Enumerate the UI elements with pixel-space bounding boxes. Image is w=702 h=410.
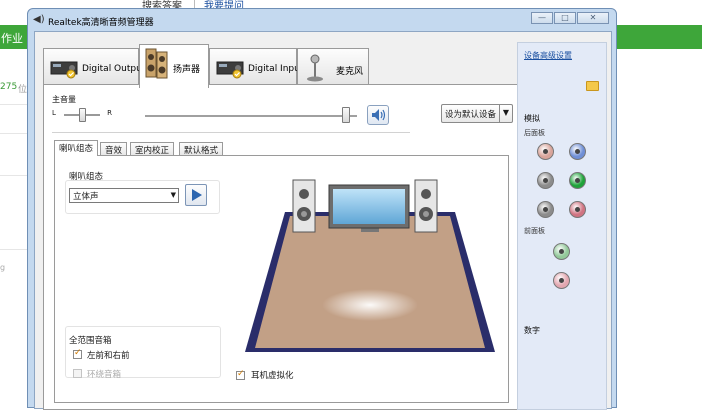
tab-microphone[interactable]: 麦克风 <box>297 48 369 86</box>
maximize-button[interactable]: □ <box>554 12 576 24</box>
tab-sound-effects[interactable]: 音效 <box>100 142 128 156</box>
speaker-icon <box>145 48 168 79</box>
tab-room-correction[interactable]: 室内校正 <box>130 142 175 156</box>
digital-input-icon <box>216 61 244 79</box>
play-test-button[interactable] <box>185 184 207 206</box>
balance-left-label: L <box>52 109 56 117</box>
microphone-icon <box>307 54 323 82</box>
master-volume-label: 主音量 <box>52 95 76 104</box>
headphone-virtualization-checkbox[interactable] <box>236 369 245 380</box>
front-jack-green[interactable] <box>553 243 570 260</box>
side-number: 275 <box>0 82 18 92</box>
tab-label: Digital Output <box>82 64 146 74</box>
digital-label: 数字 <box>524 326 540 335</box>
rear-jack-pink[interactable] <box>537 143 554 160</box>
title-bar[interactable]: ◀) Realtek高清晰音频管理器 — □ ✕ <box>28 9 616 31</box>
volume-thumb[interactable] <box>342 107 351 123</box>
rear-panel-label: 后面板 <box>524 129 545 137</box>
tab-speaker-config[interactable]: 喇叭组态 <box>54 140 99 156</box>
divider <box>0 249 30 250</box>
background-sidebar: 275 位 g <box>0 49 30 400</box>
balance-slider[interactable]: L R <box>52 108 112 123</box>
left-speaker-icon <box>292 179 316 233</box>
tab-speakers[interactable]: 扬声器 <box>139 44 209 88</box>
speakers-pane: 主音量 L R 设为默认设备 ▼ 喇叭组态 音效 室内校正 默认格式 喇叭组态 … <box>43 84 518 410</box>
headphone-virtualization-label: 耳机虚拟化 <box>251 371 294 381</box>
green-bar-text: 作业 <box>1 32 23 45</box>
tab-label: 扬声器 <box>173 65 201 75</box>
rear-jack-gray[interactable] <box>537 172 554 189</box>
advanced-settings-link[interactable]: 设备高级设置 <box>524 50 572 61</box>
divider <box>0 104 30 105</box>
tab-default-format[interactable]: 默认格式 <box>179 142 224 156</box>
surround-speakers-checkbox[interactable] <box>73 369 82 378</box>
balance-right-label: R <box>107 109 112 117</box>
play-icon <box>192 189 202 201</box>
rear-jack-pink[interactable] <box>569 201 586 218</box>
folder-icon[interactable] <box>586 81 599 91</box>
side-unit: 位 <box>18 85 28 95</box>
surround-speakers-label: 环绕音箱 <box>87 370 122 380</box>
chevron-down-icon: ▼ <box>170 191 176 199</box>
tab-label: 麦克风 <box>336 67 364 77</box>
minimize-button[interactable]: — <box>531 12 553 24</box>
right-speaker-icon <box>414 179 438 233</box>
close-button[interactable]: ✕ <box>577 12 609 24</box>
speaker-volume-icon <box>372 109 386 121</box>
listener-spot <box>322 289 418 321</box>
rear-jack-green[interactable] <box>569 172 586 189</box>
background-right-area <box>615 49 702 400</box>
front-speakers-label: 左前和右前 <box>87 351 130 361</box>
default-device-label: 设为默认设备 <box>445 110 497 120</box>
volume-track[interactable] <box>145 115 357 117</box>
front-panel-label: 前面板 <box>524 227 545 235</box>
room-visualization <box>245 179 495 352</box>
rear-jack-blue[interactable] <box>569 143 586 160</box>
window-title: Realtek高清晰音频管理器 <box>48 18 154 28</box>
speaker-app-icon: ◀) <box>33 14 45 25</box>
speaker-config-select[interactable]: 立体声 ▼ <box>69 188 179 203</box>
connector-panel: 设备高级设置 模拟 后面板 前面板 数字 <box>517 42 607 410</box>
full-range-label: 全范围音箱 <box>69 336 112 346</box>
tab-digital-output[interactable]: Digital Output <box>43 48 145 86</box>
window-client: Digital Output 扬声器 Digital Input 麦克风 主音量… <box>34 31 612 410</box>
speaker-config-pane: 喇叭组态 立体声 ▼ 全范围音箱 ✓ 左前和右前 环绕音箱 ✓ 耳机虚拟化 <box>54 155 509 403</box>
tab-digital-input[interactable]: Digital Input <box>209 48 303 86</box>
tab-label: Digital Input <box>248 64 304 74</box>
rear-jack-gray[interactable] <box>537 201 554 218</box>
digital-output-icon <box>50 61 78 79</box>
divider <box>52 132 410 133</box>
side-fragment: g <box>0 263 6 272</box>
front-jack-pink[interactable] <box>553 272 570 289</box>
config-selected-value: 立体声 <box>73 192 99 202</box>
window-buttons: — □ ✕ <box>531 12 609 24</box>
divider <box>0 133 30 134</box>
divider <box>0 175 30 176</box>
balance-thumb[interactable] <box>79 108 86 122</box>
config-label: 喇叭组态 <box>69 172 104 182</box>
realtek-window: ◀) Realtek高清晰音频管理器 — □ ✕ Digital Output <box>27 8 617 410</box>
mute-button[interactable] <box>367 105 389 125</box>
set-default-device-button[interactable]: 设为默认设备 ▼ <box>441 104 513 123</box>
chevron-down-icon[interactable]: ▼ <box>499 105 512 122</box>
analog-label: 模拟 <box>524 114 540 123</box>
front-speakers-checkbox[interactable] <box>73 348 82 359</box>
